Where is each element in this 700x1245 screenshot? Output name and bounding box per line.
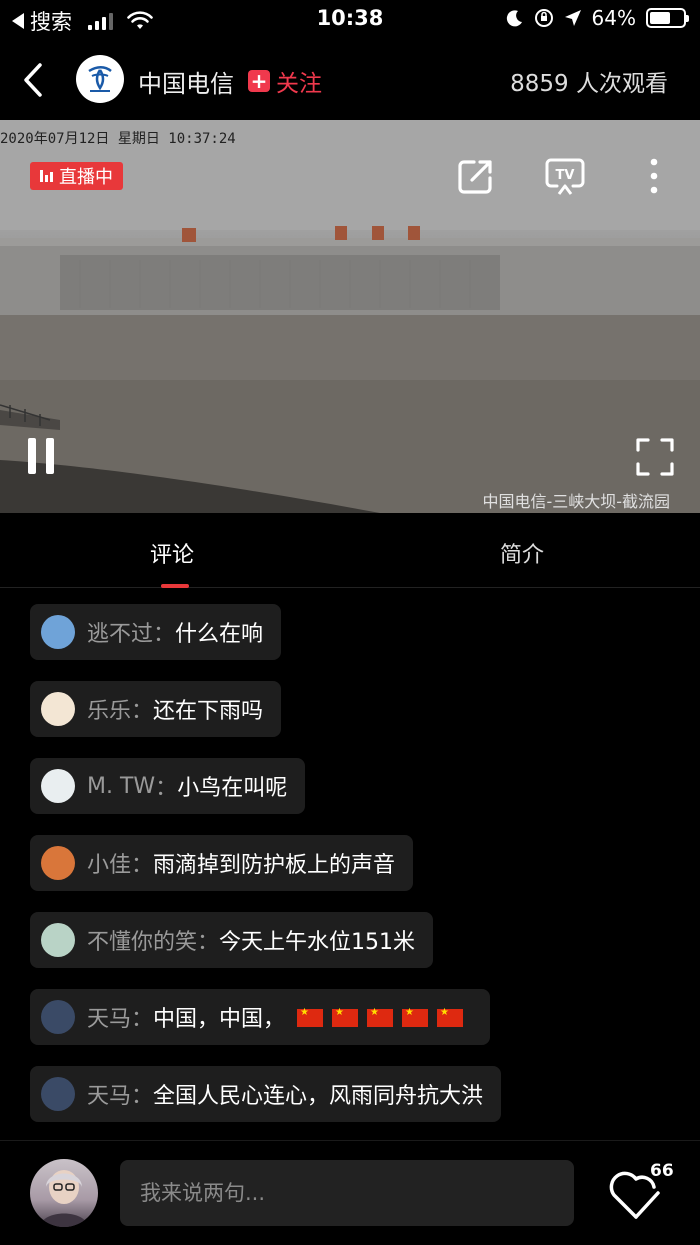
commenter-avatar[interactable] (41, 923, 75, 957)
active-tab-indicator (161, 584, 189, 588)
comment-compose-bar: 66 (0, 1140, 700, 1245)
video-timestamp: 2020年07月12日 星期日 10:37:24 (0, 131, 236, 147)
channel-avatar[interactable] (76, 55, 124, 103)
name-separator: ： (131, 853, 154, 878)
commenter-name[interactable]: 小佳 (87, 847, 131, 879)
commenter-name[interactable]: 乐乐 (87, 693, 131, 725)
live-bars-icon (40, 170, 53, 182)
tab-comments[interactable]: 评论 (150, 537, 194, 569)
commenter-name[interactable]: 天马 (87, 1078, 131, 1110)
china-flag-icon (367, 1007, 394, 1027)
like-count: 66 (650, 1161, 674, 1181)
name-separator: ： (197, 930, 220, 955)
comment-text: 雨滴掉到防护板上的声音 (153, 853, 396, 878)
comment-text: 全国人民心连心，风雨同舟抗大洪 (153, 1084, 484, 1109)
live-video-player[interactable]: 2020年07月12日 星期日 10:37:24 直播中 TV 中国电信-三峡大… (0, 120, 700, 513)
commenter-name[interactable]: 逃不过 (87, 616, 153, 648)
comment-text: 小鸟在叫呢 (177, 776, 288, 801)
viewer-count: 8859 人次观看 (510, 71, 668, 97)
battery-percent: 64% (591, 6, 636, 30)
china-flag-icon (332, 1007, 359, 1027)
comment-item[interactable]: 天马：中国，中国， (30, 989, 491, 1045)
name-separator: ： (155, 776, 178, 801)
orientation-lock-icon (534, 9, 553, 27)
commenter-avatar[interactable] (41, 1077, 75, 1111)
commenter-avatar[interactable] (41, 615, 75, 649)
name-separator: ： (131, 1007, 154, 1032)
moon-icon (506, 10, 522, 27)
comment-row: 天马：全国人民心连心，风雨同舟抗大洪 (30, 1066, 690, 1143)
name-separator: ： (153, 622, 176, 647)
comment-item[interactable]: 天马：全国人民心连心，风雨同舟抗大洪 (30, 1066, 502, 1122)
commenter-name[interactable]: 天马 (87, 1001, 131, 1033)
avatar-portrait (40, 1170, 88, 1227)
comment-list[interactable]: 逃不过：什么在响 乐乐：还在下雨吗 M. TW：小鸟在叫呢 小佳：雨滴掉到防护板上的声… (30, 604, 690, 1143)
comment-row: 天马：中国，中国， (30, 989, 690, 1066)
commenter-avatar[interactable] (41, 769, 75, 803)
live-header: 中国电信 + 关注 8859 人次观看 (0, 40, 700, 120)
commenter-avatar[interactable] (41, 692, 75, 726)
tab-bar: 评论 简介 (0, 513, 700, 588)
svg-text:TV: TV (556, 168, 575, 183)
comment-item[interactable]: 乐乐：还在下雨吗 (30, 681, 282, 737)
video-watermark: 中国电信-三峡大坝-截流园 (482, 492, 670, 511)
comment-text: 中国，中国， (153, 1007, 286, 1032)
live-badge: 直播中 (30, 162, 123, 190)
commenter-name[interactable]: M. TW (87, 774, 155, 799)
location-icon (564, 10, 581, 26)
follow-label: 关注 (276, 71, 322, 97)
comment-item[interactable]: 逃不过：什么在响 (30, 604, 282, 660)
battery-icon (646, 8, 689, 28)
china-flag-icon (437, 1007, 464, 1027)
pause-icon[interactable] (28, 438, 54, 474)
comment-row: 逃不过：什么在响 (30, 604, 690, 681)
my-avatar[interactable] (30, 1159, 98, 1227)
plus-icon: + (248, 70, 270, 92)
tv-cast-icon[interactable]: TV (543, 156, 587, 196)
status-bar: 搜索 10:38 64% (0, 0, 700, 40)
comment-input-box[interactable] (120, 1160, 574, 1226)
more-options-icon[interactable] (646, 156, 662, 196)
commenter-avatar[interactable] (41, 1000, 75, 1034)
china-telecom-logo-icon (88, 66, 112, 92)
share-icon[interactable] (456, 156, 496, 196)
comment-text: 还在下雨吗 (153, 699, 264, 724)
comment-input[interactable] (120, 1160, 574, 1226)
live-label: 直播中 (59, 167, 113, 188)
flag-emoji-group (297, 1007, 472, 1027)
comment-text: 今天上午水位151米 (219, 930, 416, 955)
comment-row: 不懂你的笑：今天上午水位151米 (30, 912, 690, 989)
follow-button[interactable]: + 关注 (248, 64, 322, 98)
china-flag-icon (297, 1007, 324, 1027)
commenter-avatar[interactable] (41, 846, 75, 880)
fullscreen-icon[interactable] (636, 438, 674, 476)
channel-name[interactable]: 中国电信 (138, 64, 234, 99)
comment-item[interactable]: 小佳：雨滴掉到防护板上的声音 (30, 835, 414, 891)
commenter-name[interactable]: 不懂你的笑 (87, 924, 197, 956)
comment-row: 小佳：雨滴掉到防护板上的声音 (30, 835, 690, 912)
name-separator: ： (131, 1084, 154, 1109)
tab-intro[interactable]: 简介 (500, 537, 544, 569)
comment-item[interactable]: M. TW：小鸟在叫呢 (30, 758, 306, 814)
china-flag-icon (402, 1007, 429, 1027)
comment-row: M. TW：小鸟在叫呢 (30, 758, 690, 835)
comment-text: 什么在响 (175, 622, 264, 647)
comment-item[interactable]: 不懂你的笑：今天上午水位151米 (30, 912, 434, 968)
comment-row: 乐乐：还在下雨吗 (30, 681, 690, 758)
back-icon[interactable] (18, 62, 48, 98)
battery-fill (650, 12, 671, 24)
name-separator: ： (131, 699, 154, 724)
